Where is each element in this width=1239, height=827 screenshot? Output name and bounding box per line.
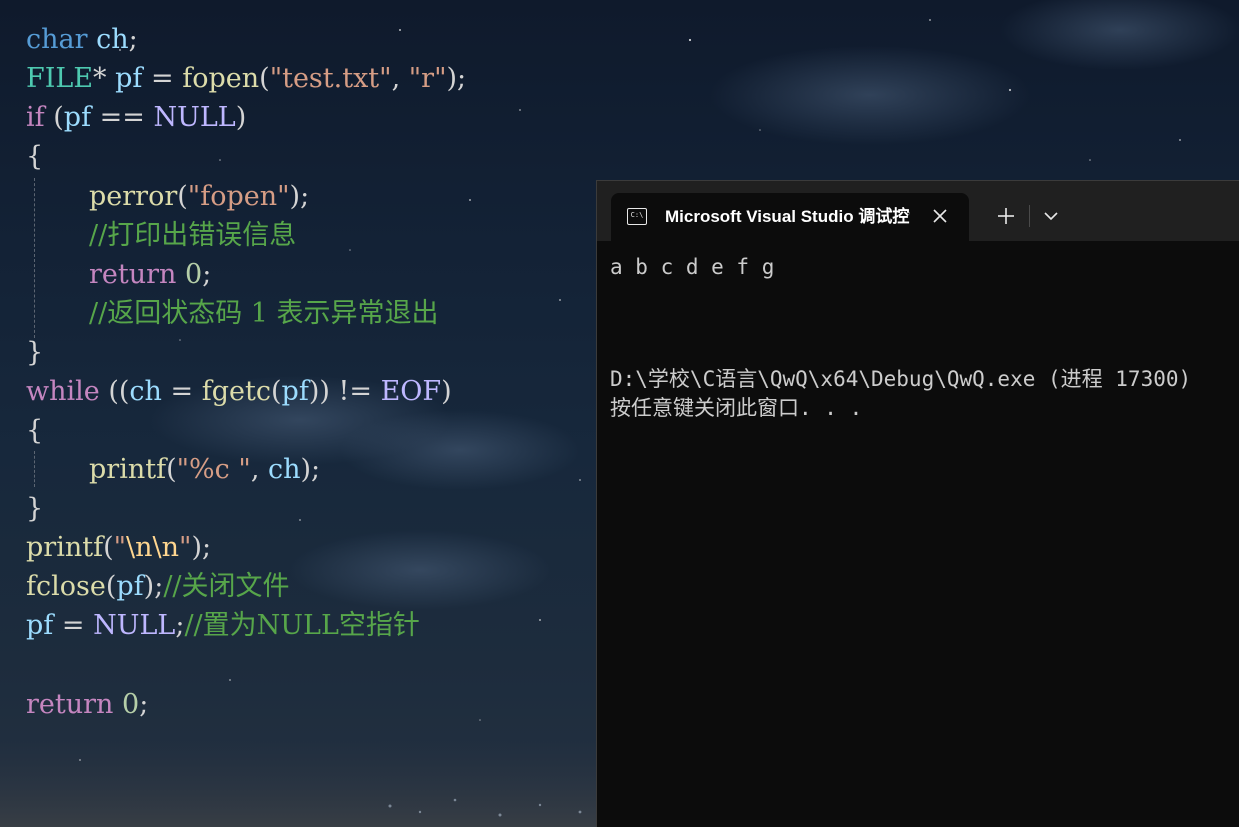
new-tab-button[interactable]	[993, 201, 1019, 231]
debug-console-window[interactable]: C:\ Microsoft Visual Studio 调试控制台 a b c …	[596, 180, 1239, 827]
code-line: if (pf == NULL)	[26, 102, 247, 133]
code-line: pf = NULL;//置为NULL空指针	[26, 610, 420, 641]
close-tab-button[interactable]	[929, 203, 951, 229]
code-line: while ((ch = fgetc(pf)) != EOF)	[26, 376, 452, 407]
close-icon	[933, 209, 947, 223]
console-output-path: D:\学校\C语言\QwQ\x64\Debug\QwQ.exe (进程 1730…	[610, 367, 1192, 391]
indent-guide	[34, 451, 35, 487]
terminal-icon: C:\	[627, 208, 647, 225]
code-line: return 0;	[89, 259, 212, 290]
code-line: fclose(pf);//关闭文件	[26, 571, 290, 602]
chevron-down-icon	[1044, 212, 1058, 221]
tab-dropdown-button[interactable]	[1041, 203, 1061, 229]
tab-title: Microsoft Visual Studio 调试控制台	[665, 207, 910, 226]
code-comment: //打印出错误信息	[89, 220, 297, 251]
code-line: perror("fopen");	[89, 181, 310, 212]
indent-guide	[34, 178, 35, 338]
code-line: }	[26, 337, 44, 368]
code-line: }	[26, 493, 44, 524]
tab-debug-console[interactable]: C:\ Microsoft Visual Studio 调试控制台	[611, 193, 969, 241]
plus-icon	[998, 208, 1014, 224]
tab-separator	[1029, 205, 1030, 227]
console-output-chars: a b c d e f g	[610, 255, 775, 279]
code-line: FILE* pf = fopen("test.txt", "r");	[26, 63, 467, 94]
title-bar[interactable]: C:\ Microsoft Visual Studio 调试控制台	[597, 181, 1239, 241]
code-line: printf("%c ", ch);	[89, 454, 321, 485]
code-line: {	[26, 141, 44, 172]
code-line: {	[26, 415, 44, 446]
code-comment: //返回状态码 1 表示异常退出	[89, 298, 439, 329]
code-line: printf("\n\n");	[26, 532, 212, 563]
code-line: char ch;	[26, 24, 138, 55]
code-line: return 0;	[26, 689, 149, 720]
console-output-prompt: 按任意键关闭此窗口. . .	[610, 396, 863, 420]
